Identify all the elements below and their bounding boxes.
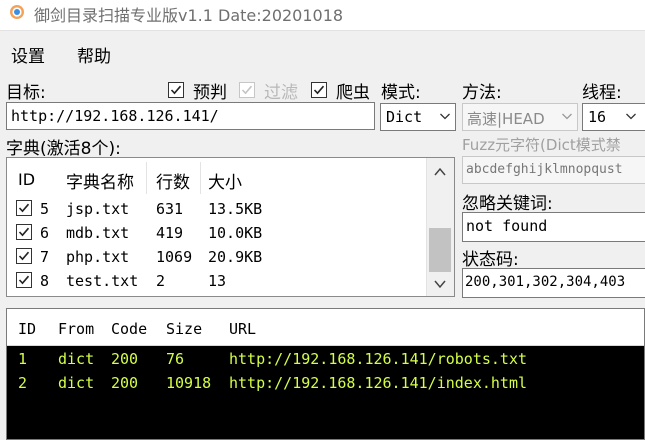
dict-row-name[interactable]: jsp.txt <box>66 200 129 218</box>
dict-row-size: 20.9KB <box>208 248 263 266</box>
chevron-down-icon <box>440 113 450 120</box>
dict-header-size[interactable]: 大小 <box>208 168 242 193</box>
crawler-label: 爬虫 <box>336 83 370 103</box>
dict-row-name[interactable]: php.txt <box>66 248 129 266</box>
result-row-size[interactable]: 10918 <box>166 374 211 392</box>
dict-row-checkbox[interactable] <box>16 272 32 288</box>
scrollbar-thumb[interactable] <box>429 228 451 272</box>
dict-row-size: 10.0KB <box>208 224 263 242</box>
dict-row-id: 7 <box>40 248 50 266</box>
results-header-from[interactable]: From <box>58 320 94 338</box>
check-icon <box>18 227 30 237</box>
results-header-id[interactable]: ID <box>18 320 36 338</box>
results-header-size[interactable]: Size <box>166 320 202 338</box>
check-icon <box>241 85 253 95</box>
dict-row-name[interactable]: test.txt <box>66 272 138 290</box>
dict-row-id: 5 <box>40 200 50 218</box>
check-icon <box>18 203 30 213</box>
method-select[interactable]: 高速|HEAD <box>462 103 578 131</box>
column-divider <box>146 162 147 194</box>
results-header-code[interactable]: Code <box>111 320 147 338</box>
dict-row-checkbox[interactable] <box>16 224 32 240</box>
dict-row-checkbox[interactable] <box>16 248 32 264</box>
dict-row-lines: 1069 <box>156 248 193 266</box>
chevron-down-icon <box>562 113 572 120</box>
crawler-checkbox[interactable] <box>311 82 327 98</box>
threads-select-value: 16 <box>588 108 607 126</box>
result-row-id[interactable]: 1 <box>18 350 27 368</box>
column-divider <box>200 162 201 194</box>
dict-row-size: 13.5KB <box>208 200 263 218</box>
ignore-keyword-input[interactable]: not found <box>462 212 645 242</box>
dict-row-id: 8 <box>40 272 50 290</box>
app-logo-icon <box>10 5 24 19</box>
results-header-url[interactable]: URL <box>229 320 256 338</box>
mode-label: 模式: <box>381 83 421 103</box>
window-title: 御剑目录扫描专业版v1.1 Date:20201018 <box>34 6 344 25</box>
fuzz-label: Fuzz元字符(Dict模式禁 <box>462 136 621 154</box>
mode-select-value: Dict <box>386 108 423 126</box>
threads-label: 线程: <box>582 83 622 103</box>
method-select-value: 高速|HEAD <box>467 110 545 128</box>
dict-section-label: 字典(激活8个): <box>6 139 121 159</box>
status-code-label: 状态码: <box>462 250 519 270</box>
dict-header-lines[interactable]: 行数 <box>156 168 190 193</box>
result-row-code[interactable]: 200 <box>111 374 138 392</box>
status-code-input[interactable]: 200,301,302,304,403 <box>462 268 645 298</box>
target-label: 目标: <box>6 83 46 103</box>
scroll-down-icon[interactable] <box>433 278 447 290</box>
menu-help[interactable]: 帮助 <box>77 42 111 67</box>
result-row-url[interactable]: http://192.168.126.141/robots.txt <box>229 350 527 368</box>
predict-checkbox[interactable] <box>168 82 184 98</box>
scroll-up-icon[interactable] <box>433 166 447 178</box>
check-icon <box>170 85 182 95</box>
ignore-label: 忽略关键词: <box>462 194 553 214</box>
result-row-url[interactable]: http://192.168.126.141/index.html <box>229 374 527 392</box>
dict-scrollbar[interactable] <box>426 158 454 296</box>
dict-row-name[interactable]: mdb.txt <box>66 224 129 242</box>
dict-row-lines: 631 <box>156 200 184 218</box>
chevron-down-icon <box>626 113 636 120</box>
results-header <box>7 309 644 346</box>
result-row-code[interactable]: 200 <box>111 350 138 368</box>
mode-select[interactable]: Dict <box>380 103 456 131</box>
check-icon <box>18 251 30 261</box>
dict-row-checkbox[interactable] <box>16 200 32 216</box>
threads-select[interactable]: 16 <box>582 103 645 131</box>
dict-row-size: 13 <box>208 272 227 290</box>
filter-label: 过滤 <box>264 83 298 103</box>
fuzz-input[interactable]: abcdefghijklmnopqust <box>462 156 645 184</box>
check-icon <box>18 275 30 285</box>
method-label: 方法: <box>462 83 502 103</box>
check-icon <box>313 85 325 95</box>
result-row-from[interactable]: dict <box>58 374 94 392</box>
dict-header-id[interactable]: ID <box>18 170 35 189</box>
dict-header-name[interactable]: 字典名称 <box>66 168 134 193</box>
filter-checkbox[interactable] <box>239 82 255 98</box>
target-url-input[interactable]: http://192.168.126.141/ <box>6 102 375 130</box>
predict-label: 预判 <box>193 83 227 103</box>
dict-row-lines: 419 <box>156 224 184 242</box>
menu-settings[interactable]: 设置 <box>11 42 45 67</box>
dict-row-lines: 2 <box>156 272 166 290</box>
result-row-size[interactable]: 76 <box>166 350 184 368</box>
dict-row-id: 6 <box>40 224 50 242</box>
result-row-id[interactable]: 2 <box>18 374 27 392</box>
result-row-from[interactable]: dict <box>58 350 94 368</box>
